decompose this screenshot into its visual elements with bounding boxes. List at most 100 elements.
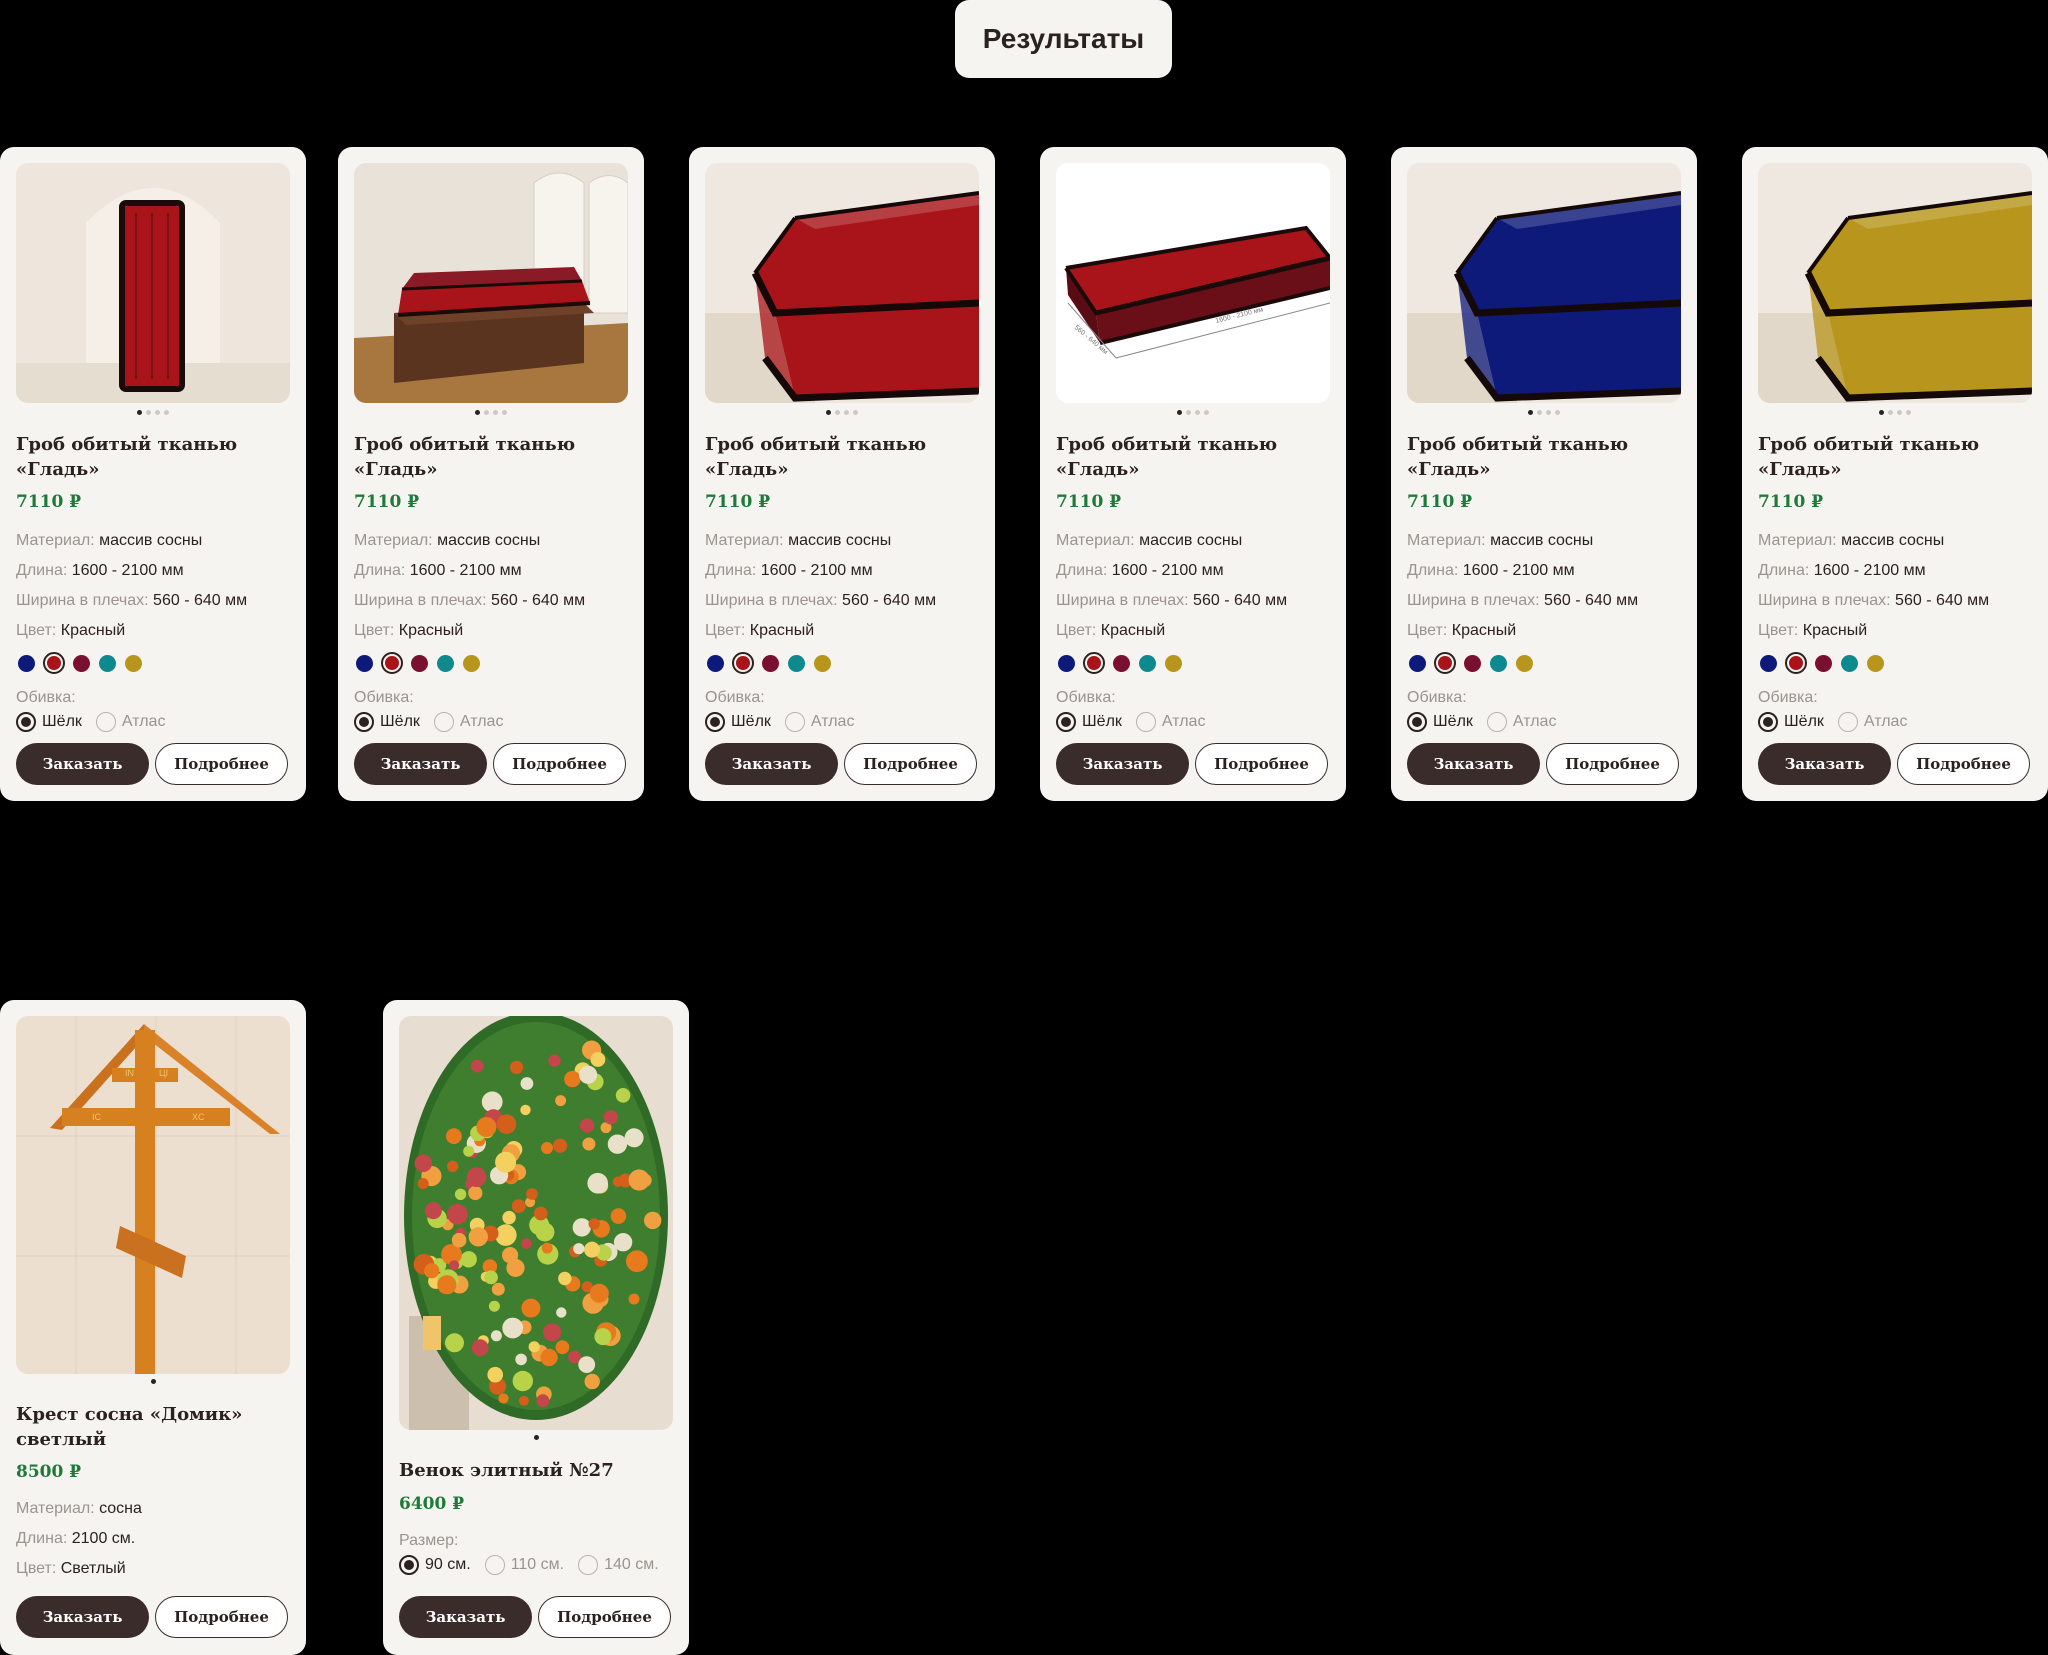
color-swatch[interactable]	[356, 654, 373, 672]
color-swatch[interactable]	[707, 654, 724, 672]
color-swatch[interactable]	[411, 654, 428, 672]
color-swatch[interactable]	[1434, 652, 1456, 674]
product-card[interactable]: Гроб обитый тканью «Гладь» 7110 ₽ Материал…	[338, 147, 644, 801]
color-swatch[interactable]	[1841, 654, 1858, 672]
product-title[interactable]: Крест сосна «Домик» светлый	[16, 1402, 290, 1452]
carousel-dot[interactable]	[1906, 410, 1911, 415]
color-swatch[interactable]	[437, 654, 454, 672]
details-button[interactable]: Подробнее	[1897, 743, 2030, 785]
radio-option[interactable]: Атлас	[95, 712, 165, 732]
order-button[interactable]: Заказать	[399, 1596, 532, 1638]
product-card-wreath[interactable]: Венок элитный №27 6400 ₽ Размер: 90 см. 110 …	[383, 1000, 689, 1655]
order-button[interactable]: Заказать	[1407, 743, 1540, 785]
color-swatch[interactable]	[762, 654, 779, 672]
carousel-dot[interactable]	[150, 1379, 156, 1384]
product-card[interactable]: 560 - 640 мм 1600 - 2100 мм Гроб обитый тк…	[1040, 147, 1346, 801]
order-button[interactable]: Заказать	[354, 743, 487, 785]
carousel-dot[interactable]	[164, 410, 169, 415]
carousel-dot[interactable]	[146, 410, 151, 415]
radio-option[interactable]: Атлас	[1486, 712, 1556, 732]
product-image[interactable]	[705, 163, 979, 403]
radio-option[interactable]: Атлас	[784, 712, 854, 732]
color-swatch[interactable]	[1490, 654, 1507, 672]
carousel-dot[interactable]	[826, 410, 831, 415]
color-swatch[interactable]	[1058, 654, 1075, 672]
product-image[interactable]: 560 - 640 мм 1600 - 2100 мм	[1056, 163, 1330, 403]
color-swatch[interactable]	[99, 654, 116, 672]
carousel-dot[interactable]	[1204, 410, 1209, 415]
color-swatch[interactable]	[125, 654, 142, 672]
carousel-dot[interactable]	[502, 410, 507, 415]
color-swatch[interactable]	[1760, 654, 1777, 672]
carousel-dot[interactable]	[1195, 410, 1200, 415]
carousel-dot[interactable]	[844, 410, 849, 415]
color-swatch[interactable]	[1113, 654, 1130, 672]
carousel-dot[interactable]	[1879, 410, 1884, 415]
product-card[interactable]: Гроб обитый тканью «Гладь» 7110 ₽ Материал…	[1391, 147, 1697, 801]
carousel-dot[interactable]	[853, 410, 858, 415]
details-button[interactable]: Подробнее	[155, 743, 288, 785]
color-swatch[interactable]	[43, 652, 65, 674]
carousel-dot[interactable]	[1537, 410, 1542, 415]
product-title[interactable]: Гроб обитый тканью «Гладь»	[705, 432, 979, 482]
color-swatch[interactable]	[732, 652, 754, 674]
product-title[interactable]: Венок элитный №27	[399, 1458, 673, 1483]
carousel-dot[interactable]	[475, 410, 480, 415]
details-button[interactable]: Подробнее	[844, 743, 977, 785]
color-swatch[interactable]	[463, 654, 480, 672]
radio-option[interactable]: Шёлк	[1758, 712, 1824, 732]
product-image[interactable]	[1407, 163, 1681, 403]
carousel-dot[interactable]	[533, 1435, 539, 1440]
order-button[interactable]: Заказать	[16, 1596, 149, 1638]
product-image[interactable]	[16, 163, 290, 403]
carousel-dot[interactable]	[484, 410, 489, 415]
product-title[interactable]: Гроб обитый тканью «Гладь»	[1056, 432, 1330, 482]
radio-option[interactable]: Атлас	[1135, 712, 1205, 732]
carousel-dot[interactable]	[1888, 410, 1893, 415]
carousel-dot[interactable]	[1546, 410, 1551, 415]
radio-option[interactable]: Шёлк	[354, 712, 420, 732]
color-swatch[interactable]	[381, 652, 403, 674]
carousel-dot[interactable]	[1186, 410, 1191, 415]
order-button[interactable]: Заказать	[705, 743, 838, 785]
order-button[interactable]: Заказать	[1758, 743, 1891, 785]
radio-option[interactable]: 90 см.	[399, 1555, 471, 1575]
product-image[interactable]	[354, 163, 628, 403]
color-swatch[interactable]	[1815, 654, 1832, 672]
product-title[interactable]: Гроб обитый тканью «Гладь»	[16, 432, 290, 482]
details-button[interactable]: Подробнее	[493, 743, 626, 785]
product-image[interactable]	[1758, 163, 2032, 403]
color-swatch[interactable]	[18, 654, 35, 672]
product-title[interactable]: Гроб обитый тканью «Гладь»	[1758, 432, 2032, 482]
carousel-dot[interactable]	[137, 410, 142, 415]
color-swatch[interactable]	[814, 654, 831, 672]
radio-option[interactable]: Атлас	[1837, 712, 1907, 732]
color-swatch[interactable]	[1139, 654, 1156, 672]
radio-option[interactable]: Атлас	[433, 712, 503, 732]
color-swatch[interactable]	[1165, 654, 1182, 672]
radio-option[interactable]: 110 см.	[484, 1555, 564, 1575]
details-button[interactable]: Подробнее	[1195, 743, 1328, 785]
details-button[interactable]: Подробнее	[155, 1596, 288, 1638]
order-button[interactable]: Заказать	[16, 743, 149, 785]
radio-option[interactable]: Шёлк	[16, 712, 82, 732]
color-swatch[interactable]	[73, 654, 90, 672]
details-button[interactable]: Подробнее	[538, 1596, 671, 1638]
carousel-dot[interactable]	[835, 410, 840, 415]
carousel-dot[interactable]	[1555, 410, 1560, 415]
color-swatch[interactable]	[1516, 654, 1533, 672]
radio-option[interactable]: Шёлк	[1407, 712, 1473, 732]
product-title[interactable]: Гроб обитый тканью «Гладь»	[354, 432, 628, 482]
color-swatch[interactable]	[1867, 654, 1884, 672]
product-card[interactable]: Гроб обитый тканью «Гладь» 7110 ₽ Материал…	[0, 147, 306, 801]
order-button[interactable]: Заказать	[1056, 743, 1189, 785]
product-title[interactable]: Гроб обитый тканью «Гладь»	[1407, 432, 1681, 482]
product-card[interactable]: Гроб обитый тканью «Гладь» 7110 ₽ Материал…	[1742, 147, 2048, 801]
product-image[interactable]	[399, 1016, 673, 1430]
color-swatch[interactable]	[1409, 654, 1426, 672]
radio-option[interactable]: Шёлк	[1056, 712, 1122, 732]
carousel-dot[interactable]	[1177, 410, 1182, 415]
carousel-dot[interactable]	[1897, 410, 1902, 415]
product-image[interactable]: IN ЦI IC XC	[16, 1016, 290, 1374]
color-swatch[interactable]	[788, 654, 805, 672]
